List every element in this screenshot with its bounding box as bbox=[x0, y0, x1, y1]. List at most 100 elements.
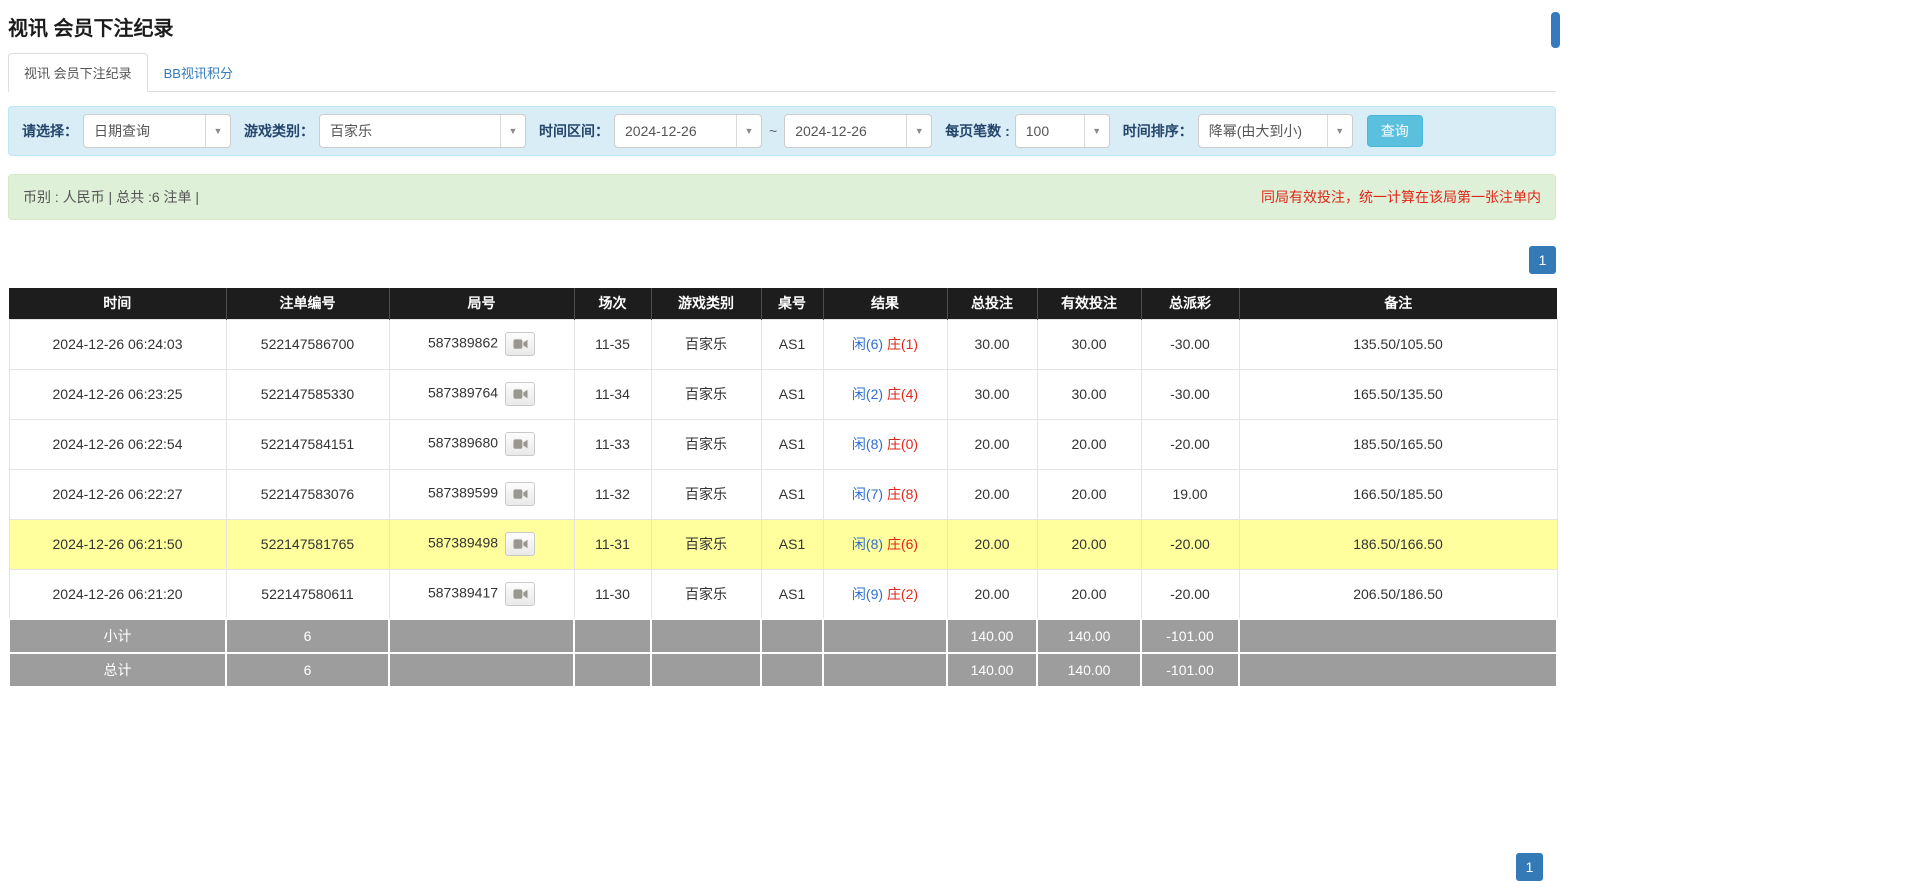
table-body: 2024-12-26 06:24:03522147586700587389862… bbox=[9, 319, 1557, 619]
cell-total-bet[interactable]: 20.00 bbox=[947, 569, 1037, 619]
result-player: 闲(8) bbox=[852, 536, 883, 552]
result-banker: 庄(6) bbox=[887, 536, 918, 552]
column-header-10: 备注 bbox=[1239, 288, 1557, 319]
cell-total-bet[interactable]: 20.00 bbox=[947, 519, 1037, 569]
column-header-8: 有效投注 bbox=[1037, 288, 1141, 319]
sort-order-label: 时间排序： bbox=[1123, 121, 1193, 141]
page-1-button-bottom[interactable]: 1 bbox=[1516, 853, 1543, 881]
cell-valid-bet: 30.00 bbox=[1037, 319, 1141, 369]
tab-bb-video-points[interactable]: BB视讯积分 bbox=[148, 53, 249, 92]
column-header-0: 时间 bbox=[9, 288, 226, 319]
cell-valid-bet: 30.00 bbox=[1037, 369, 1141, 419]
cell-total-bet[interactable]: 20.00 bbox=[947, 469, 1037, 519]
cell-bet-id: 522147584151 bbox=[226, 419, 389, 469]
round-number: 587389599 bbox=[428, 485, 498, 501]
cell-bet-id: 522147585330 bbox=[226, 369, 389, 419]
cell-total-bet[interactable]: 20.00 bbox=[947, 419, 1037, 469]
cell-time: 2024-12-26 06:23:25 bbox=[9, 369, 226, 419]
result-banker: 庄(0) bbox=[887, 436, 918, 452]
cell-total-bet[interactable]: 30.00 bbox=[947, 319, 1037, 369]
search-button[interactable]: 查询 bbox=[1367, 115, 1423, 147]
footer-empty-cell bbox=[823, 619, 947, 653]
footer-valid-bet: 140.00 bbox=[1037, 653, 1141, 687]
page-size-select[interactable]: 100 ▼ bbox=[1015, 114, 1110, 148]
footer-empty-cell bbox=[651, 653, 761, 687]
replay-button[interactable] bbox=[505, 382, 535, 406]
cell-time: 2024-12-26 06:22:27 bbox=[9, 469, 226, 519]
cell-remark: 166.50/185.50 bbox=[1239, 469, 1557, 519]
tab-betting-records[interactable]: 视讯 会员下注纪录 bbox=[8, 53, 148, 92]
footer-count: 6 bbox=[226, 619, 389, 653]
footer-empty-cell bbox=[389, 619, 574, 653]
replay-button[interactable] bbox=[505, 532, 535, 556]
chevron-down-icon: ▼ bbox=[906, 115, 931, 147]
cell-game-type: 百家乐 bbox=[651, 469, 761, 519]
cell-payout: -30.00 bbox=[1141, 369, 1239, 419]
summary-row: 小计6140.00140.00-101.00 bbox=[9, 619, 1557, 653]
cell-game-type: 百家乐 bbox=[651, 519, 761, 569]
footer-empty-cell bbox=[574, 619, 651, 653]
chevron-down-icon: ▼ bbox=[736, 115, 761, 147]
column-header-1: 注单编号 bbox=[226, 288, 389, 319]
cell-payout: 19.00 bbox=[1141, 469, 1239, 519]
cell-remark: 206.50/186.50 bbox=[1239, 569, 1557, 619]
video-replay-icon bbox=[513, 588, 528, 600]
date-from-value: 2024-12-26 bbox=[615, 123, 736, 139]
query-type-select[interactable]: 日期查询 ▼ bbox=[83, 114, 231, 148]
cell-result: 闲(8) 庄(6) bbox=[823, 519, 947, 569]
date-to-select[interactable]: 2024-12-26 ▼ bbox=[784, 114, 932, 148]
game-type-select[interactable]: 百家乐 ▼ bbox=[319, 114, 526, 148]
cell-payout: -30.00 bbox=[1141, 319, 1239, 369]
replay-button[interactable] bbox=[505, 432, 535, 456]
footer-total-bet: 140.00 bbox=[947, 653, 1037, 687]
sort-order-select[interactable]: 降幂(由大到小) ▼ bbox=[1198, 114, 1353, 148]
footer-label: 总计 bbox=[9, 653, 226, 687]
replay-button[interactable] bbox=[505, 582, 535, 606]
game-type-label: 游戏类别： bbox=[244, 121, 314, 141]
cell-total-bet[interactable]: 30.00 bbox=[947, 369, 1037, 419]
table-row: 2024-12-26 06:21:50522147581765587389498… bbox=[9, 519, 1557, 569]
currency-total-text: 币别 : 人民币 | 总共 :6 注单 | bbox=[23, 187, 199, 207]
scrollbar-thumb[interactable] bbox=[1551, 12, 1560, 48]
footer-label: 小计 bbox=[9, 619, 226, 653]
result-banker: 庄(8) bbox=[887, 486, 918, 502]
replay-button[interactable] bbox=[505, 332, 535, 356]
round-number: 587389764 bbox=[428, 385, 498, 401]
column-header-5: 桌号 bbox=[761, 288, 823, 319]
cell-game-type: 百家乐 bbox=[651, 419, 761, 469]
cell-time: 2024-12-26 06:21:20 bbox=[9, 569, 226, 619]
column-header-3: 场次 bbox=[574, 288, 651, 319]
cell-session: 11-34 bbox=[574, 369, 651, 419]
column-header-7: 总投注 bbox=[947, 288, 1037, 319]
video-replay-icon bbox=[513, 488, 528, 500]
footer-empty-cell bbox=[761, 619, 823, 653]
cell-round: 587389680 bbox=[389, 419, 574, 469]
cell-game-type: 百家乐 bbox=[651, 319, 761, 369]
page-size-label: 每页笔数 : bbox=[945, 121, 1010, 141]
cell-game-type: 百家乐 bbox=[651, 569, 761, 619]
cell-result: 闲(9) 庄(2) bbox=[823, 569, 947, 619]
valid-bet-notice: 同局有效投注，统一计算在该局第一张注单内 bbox=[1261, 187, 1541, 207]
footer-empty-cell bbox=[823, 653, 947, 687]
cell-round: 587389862 bbox=[389, 319, 574, 369]
main-content: 视讯 会员下注纪录 视讯 会员下注纪录 BB视讯积分 请选择： 日期查询 ▼ 游… bbox=[0, 12, 1556, 688]
table-row: 2024-12-26 06:21:20522147580611587389417… bbox=[9, 569, 1557, 619]
pagination-top: 1 bbox=[8, 246, 1556, 274]
result-banker: 庄(4) bbox=[887, 386, 918, 402]
date-from-select[interactable]: 2024-12-26 ▼ bbox=[614, 114, 762, 148]
page-title: 视讯 会员下注纪录 bbox=[8, 12, 1556, 41]
summary-row: 总计6140.00140.00-101.00 bbox=[9, 653, 1557, 687]
cell-remark: 165.50/135.50 bbox=[1239, 369, 1557, 419]
page-1-button[interactable]: 1 bbox=[1529, 246, 1556, 274]
result-banker: 庄(2) bbox=[887, 586, 918, 602]
cell-remark: 185.50/165.50 bbox=[1239, 419, 1557, 469]
table-row: 2024-12-26 06:23:25522147585330 587389764… bbox=[9, 369, 1557, 419]
replay-button[interactable] bbox=[505, 482, 535, 506]
cell-result: 闲(6) 庄(1) bbox=[823, 319, 947, 369]
footer-valid-bet: 140.00 bbox=[1037, 619, 1141, 653]
column-header-4: 游戏类别 bbox=[651, 288, 761, 319]
cell-valid-bet: 20.00 bbox=[1037, 469, 1141, 519]
video-replay-icon bbox=[513, 538, 528, 550]
cell-result: 闲(7) 庄(8) bbox=[823, 469, 947, 519]
cell-remark: 135.50/105.50 bbox=[1239, 319, 1557, 369]
